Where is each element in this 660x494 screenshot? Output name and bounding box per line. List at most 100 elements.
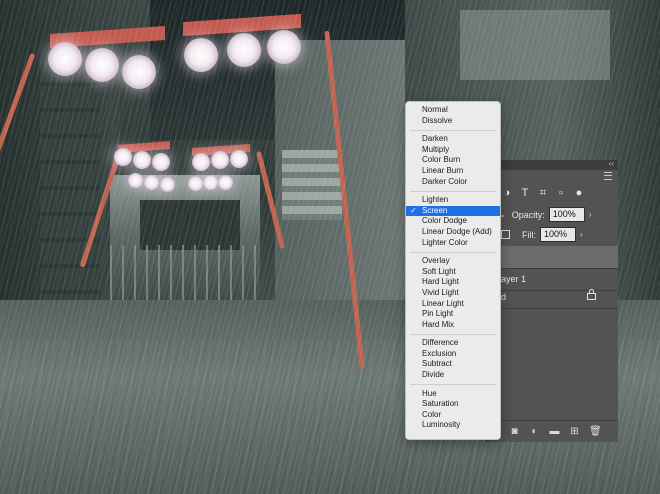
blend-mode-label: Subtract xyxy=(422,359,452,369)
lantern xyxy=(203,175,218,190)
layer-row[interactable]: d xyxy=(487,286,618,309)
trash-icon[interactable]: 🗑 xyxy=(589,426,602,437)
blend-mode-label: Luminosity xyxy=(422,420,461,430)
blend-mode-item[interactable]: Dissolve xyxy=(406,116,500,127)
blend-mode-item[interactable]: Difference xyxy=(406,338,500,349)
blend-mode-label: Color xyxy=(422,409,442,419)
blend-mode-item[interactable]: Luminosity xyxy=(406,420,500,431)
blend-mode-item[interactable]: Linear Light xyxy=(406,299,500,310)
lantern xyxy=(144,175,159,190)
toggle-filter-icon[interactable]: ● xyxy=(573,187,585,199)
blend-mode-label: Lighter Color xyxy=(422,237,468,247)
blend-mode-label: Darker Color xyxy=(422,176,468,186)
fill-dropdown-icon[interactable]: › xyxy=(580,230,583,239)
blend-mode-label: Soft Light xyxy=(422,266,456,276)
fill-label: Fill: xyxy=(522,229,536,240)
blend-mode-label: Linear Dodge (Add) xyxy=(422,226,492,236)
right-building-window xyxy=(460,10,610,80)
lantern xyxy=(122,55,156,89)
blend-mode-item[interactable]: Pin Light xyxy=(406,309,500,320)
blend-mode-item[interactable]: ✓ Screen xyxy=(406,205,500,217)
blend-mode-item[interactable]: Color xyxy=(406,410,500,421)
lantern xyxy=(133,151,151,169)
blend-mode-menu: Normal Dissolve Darken Multiply Color Burn Li… xyxy=(405,101,501,440)
opacity-input[interactable]: 100% xyxy=(548,207,585,222)
lantern xyxy=(184,38,218,72)
menu-separator xyxy=(410,190,496,192)
blend-mode-label: Darken xyxy=(422,134,448,144)
blend-mode-label: Linear Burn xyxy=(422,165,464,175)
group-folder-icon[interactable]: ▬ xyxy=(549,426,560,437)
lantern xyxy=(114,148,132,166)
new-layer-icon[interactable]: ⊞ xyxy=(569,426,580,437)
blend-mode-label: Divide xyxy=(422,370,445,380)
blend-mode-label: Vivid Light xyxy=(422,287,459,297)
blend-mode-item[interactable]: Hue xyxy=(406,389,500,400)
menu-separator xyxy=(410,129,496,131)
blend-mode-item[interactable]: Saturation xyxy=(406,399,500,410)
blend-mode-item[interactable]: Multiply xyxy=(406,145,500,156)
adjustment-filter-icon[interactable]: ◑ xyxy=(501,187,513,199)
blend-mode-label: Dissolve xyxy=(422,115,453,125)
blend-mode-item[interactable]: Color Burn xyxy=(406,155,500,166)
blend-mode-label: Hard Mix xyxy=(422,319,455,329)
layers-panel: ‹‹ ◑ T ⌗ ▫ ● ⌄ Opacity: 100% › Fill: 100… xyxy=(486,159,618,442)
lantern xyxy=(188,176,203,191)
lock-icon xyxy=(587,289,596,300)
smart-object-filter-icon[interactable]: ▫ xyxy=(555,187,567,199)
blend-mode-item[interactable]: Soft Light xyxy=(406,267,500,278)
lantern xyxy=(267,30,301,64)
blend-mode-item[interactable]: Linear Burn xyxy=(406,166,500,177)
blend-mode-item[interactable]: Hard Mix xyxy=(406,320,500,331)
opacity-row: ⌄ Opacity: 100% › xyxy=(499,207,591,222)
lantern xyxy=(218,175,233,190)
blend-mode-item[interactable]: Subtract xyxy=(406,359,500,370)
blend-mode-item[interactable]: Overlay xyxy=(406,256,500,267)
panel-menu-icon[interactable] xyxy=(604,172,612,180)
blend-mode-item[interactable]: Linear Dodge (Add) xyxy=(406,227,500,238)
fill-input[interactable]: 100% xyxy=(540,227,576,242)
lantern xyxy=(85,48,119,82)
blend-mode-label: Difference xyxy=(422,338,459,348)
menu-separator xyxy=(410,384,496,386)
blend-mode-item[interactable]: Color Dodge xyxy=(406,216,500,227)
blend-mode-label: Overlay xyxy=(422,256,450,266)
gate xyxy=(110,245,260,305)
fill-row: Fill: 100% › xyxy=(501,227,583,242)
blend-mode-item[interactable]: Darker Color xyxy=(406,177,500,188)
lock-all-icon[interactable] xyxy=(501,230,510,239)
blend-mode-label: Saturation xyxy=(422,399,459,409)
type-filter-icon[interactable]: T xyxy=(519,187,531,199)
opacity-dropdown-icon[interactable]: › xyxy=(589,210,592,219)
blend-mode-item[interactable]: Darken xyxy=(406,134,500,145)
blend-mode-label: Lighten xyxy=(422,195,449,205)
blend-mode-label: Linear Light xyxy=(422,298,464,308)
layer-row[interactable] xyxy=(487,246,618,269)
lantern xyxy=(227,33,261,67)
lantern xyxy=(152,153,170,171)
blend-mode-label: Multiply xyxy=(422,144,450,154)
panel-header: ‹‹ xyxy=(487,159,618,170)
layers-panel-footer: ◙ ◐ ▬ ⊞ 🗑 xyxy=(487,420,618,442)
blend-mode-item[interactable]: Exclusion xyxy=(406,349,500,360)
blend-mode-label: Hue xyxy=(422,388,437,398)
shape-filter-icon[interactable]: ⌗ xyxy=(537,187,549,199)
tunnel-opening xyxy=(140,200,240,250)
blend-mode-label: Pin Light xyxy=(422,309,454,319)
opacity-label: Opacity: xyxy=(511,209,545,220)
blend-mode-item[interactable]: Lighter Color xyxy=(406,238,500,249)
adjustment-layer-icon[interactable]: ◐ xyxy=(529,426,540,437)
add-mask-icon[interactable]: ◙ xyxy=(509,426,520,437)
blend-mode-item[interactable]: Vivid Light xyxy=(406,288,500,299)
collapse-icon[interactable]: ‹‹ xyxy=(609,159,614,168)
blend-mode-item[interactable]: Lighten xyxy=(406,195,500,206)
menu-separator xyxy=(410,251,496,253)
left-building-facade xyxy=(40,60,100,310)
blend-mode-label: Color Dodge xyxy=(422,216,467,226)
blend-mode-item[interactable]: Hard Light xyxy=(406,277,500,288)
checkmark-icon: ✓ xyxy=(410,205,417,215)
lantern xyxy=(160,177,175,192)
blend-mode-item[interactable]: Divide xyxy=(406,370,500,381)
blend-mode-item[interactable]: Normal xyxy=(406,105,500,116)
blend-mode-label: Normal xyxy=(422,105,448,114)
